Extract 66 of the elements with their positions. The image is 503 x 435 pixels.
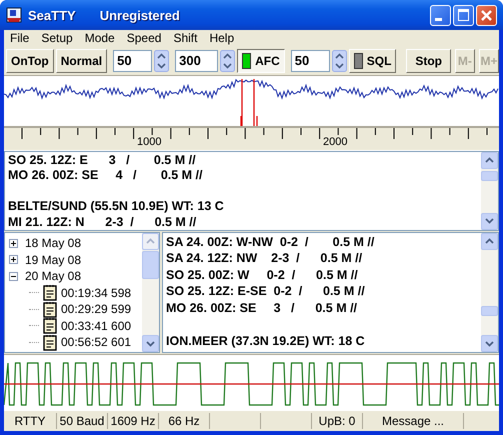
menu-item[interactable]: Shift [173, 31, 198, 46]
expander-icon[interactable] [9, 238, 18, 248]
indicator-icon [242, 52, 252, 69]
scroll-thumb[interactable] [481, 170, 498, 181]
message-line: MI 21. 12Z: N 2-3 / 0.5 M // [8, 214, 198, 230]
status-cell: 1609 Hz [108, 413, 159, 430]
message-line: MO 26. 00Z: SE 4 / 0.5 M // [8, 168, 204, 184]
scroll-down-button[interactable] [142, 335, 159, 352]
message-line: MO 26. 00Z: SE 3 / 0.5 M // [166, 300, 358, 316]
indicator-icon [354, 52, 363, 69]
window-title: SeaTTY [28, 8, 76, 22]
spin-arrows-icon[interactable] [332, 50, 347, 72]
message-line: SA 24. 00Z: W-NW 0-2 / 0.5 M // [166, 234, 376, 250]
registration-status: Unregistered [100, 8, 180, 22]
document-icon [43, 317, 57, 334]
document-icon [43, 284, 57, 302]
expander-icon[interactable] [9, 255, 18, 264]
tree-item[interactable]: 20 May 08 [25, 269, 82, 284]
menu-item[interactable]: Setup [41, 31, 73, 46]
scroll-down-button[interactable] [481, 212, 498, 230]
toggle-button[interactable]: SQL [348, 48, 396, 73]
number-field[interactable]: 300 [175, 50, 218, 72]
menu-item[interactable]: Mode [84, 31, 115, 46]
message-line: SO 25. 12Z: E-SE 0-2 / 0.5 M // [166, 283, 366, 300]
scroll-up-button[interactable] [481, 152, 498, 169]
close-icon [480, 8, 493, 22]
status-cell: UpB: 0 [312, 413, 363, 430]
document-icon [43, 334, 57, 351]
close-button[interactable] [476, 4, 497, 26]
message-line: SO 25. 00Z: W 0-2 / 0.5 M // [166, 266, 359, 284]
number-field[interactable]: 50 [290, 50, 330, 72]
toggle-button[interactable]: AFC [237, 48, 285, 73]
ruler-label: 1000 [137, 136, 162, 148]
toolbar-button[interactable]: Normal [56, 48, 108, 73]
status-cell: RTTY [4, 413, 57, 430]
tree-item[interactable]: 00:19:34 598 [61, 286, 132, 300]
minimize-button[interactable] [430, 4, 451, 26]
toolbar-button[interactable]: Stop [406, 48, 451, 73]
status-cell: 66 Hz [159, 413, 210, 430]
menu-item[interactable]: File [10, 31, 30, 46]
tree-item[interactable]: 00:29:29 599 [61, 302, 132, 316]
scroll-down-button[interactable] [481, 335, 498, 352]
tree-item[interactable]: 00:56:52 601 [61, 335, 132, 350]
ruler-label: 2000 [323, 136, 348, 148]
toolbar-button[interactable]: OnTop [6, 48, 54, 73]
maximize-button[interactable] [453, 4, 474, 26]
tree-item[interactable]: 00:33:41 600 [61, 318, 132, 333]
status-cell: Message ... [363, 413, 464, 430]
menu-item[interactable]: Speed [126, 31, 162, 46]
scroll-up-button[interactable] [481, 232, 498, 250]
scroll-thumb[interactable] [142, 250, 159, 279]
tree-item[interactable]: 18 May 08 [25, 236, 82, 250]
expander-icon[interactable] [9, 272, 18, 281]
spin-arrows-icon[interactable] [154, 50, 170, 72]
spin-arrows-icon[interactable] [220, 50, 236, 72]
status-cell: 50 Baud [57, 413, 108, 430]
number-field[interactable]: 50 [113, 50, 152, 72]
tree-item[interactable]: 19 May 08 [25, 252, 82, 267]
menu-item[interactable]: Help [209, 31, 234, 46]
scroll-thumb[interactable] [481, 306, 498, 316]
message-line: SA 24. 12Z: NW 2-3 / 0.5 M // [166, 250, 364, 267]
message-line: BELTE/SUND (55.5N 10.9E) WT: 13 C [8, 199, 225, 215]
message-line: SO 25. 12Z: E 3 / 0.5 M // [8, 152, 197, 168]
ship-icon [6, 7, 22, 23]
document-icon [43, 300, 57, 318]
message-line: ION.MEER (37.3N 19.2E) WT: 18 C [166, 332, 366, 350]
